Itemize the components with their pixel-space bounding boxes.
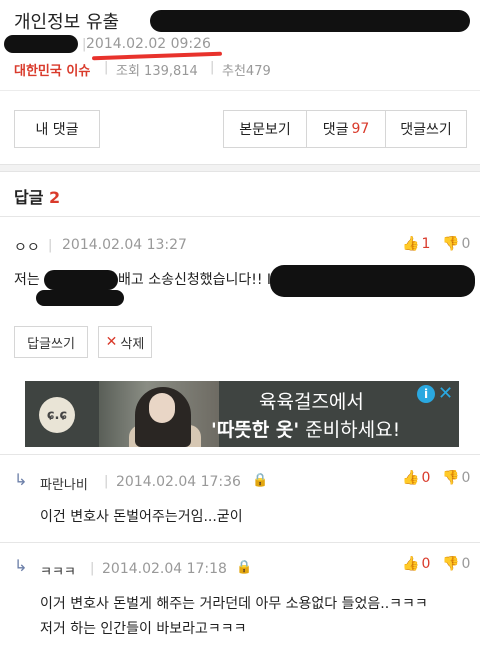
replies-label: 답글 [14, 188, 44, 207]
thumbs-down-button[interactable]: 👎 0 [442, 236, 470, 252]
post-recommends: 추천479 [222, 64, 271, 79]
meta-separator: | [210, 60, 215, 75]
reply-arrow-icon: ↳ [14, 556, 28, 575]
replies-count: 2 [49, 188, 61, 207]
reply-arrow-icon: ↳ [14, 470, 28, 489]
ad-logo: ɕ.ɕ [39, 397, 75, 433]
comment-text-mid: 배고 소송신청했습니다!! I [118, 272, 272, 288]
post-views: 조회 139,814 [116, 64, 198, 79]
thumbs-up-icon: 👍 [402, 236, 420, 252]
thumbs-down-icon: 👎 [442, 556, 460, 572]
reply-write-label: 답글쓰기 [27, 336, 75, 352]
ad-info-icon[interactable]: i [417, 385, 435, 403]
thumbs-down-icon: 👎 [442, 470, 460, 486]
ad-subline-rest: 준비하세요! [299, 419, 401, 441]
my-comment-label: 내 댓글 [35, 122, 79, 138]
section-divider [0, 164, 480, 172]
view-body-label: 본문보기 [239, 122, 291, 138]
redaction-scribble-title [150, 10, 470, 32]
meta-separator: | [90, 561, 95, 576]
thumbs-up-count: 0 [421, 556, 431, 572]
date-highlight-underline [91, 51, 223, 61]
ad-headline: 육육걸즈에서 [259, 391, 364, 413]
subreply-date: 2014.02.04 17:36 [116, 474, 241, 490]
write-comment-label: 댓글쓰기 [400, 122, 452, 138]
thumbs-down-count: 0 [461, 470, 471, 486]
meta-separator: | [104, 60, 109, 75]
post-date: 2014.02.02 09:26 [86, 36, 211, 52]
thumbs-up-count: 0 [421, 470, 431, 486]
thumbs-up-icon: 👍 [402, 470, 420, 486]
my-comment-button[interactable]: 내 댓글 [14, 110, 100, 148]
comment-text-start: 저는 [14, 272, 40, 288]
subreply-author[interactable]: 파란나비 [40, 474, 88, 493]
divider [0, 90, 480, 91]
redaction-scribble-comment-2 [270, 265, 475, 297]
comments-label: 댓글 [322, 122, 349, 138]
comment-date: 2014.02.04 13:27 [62, 237, 187, 253]
delete-button[interactable]: ✕ 삭제 [98, 326, 152, 358]
ad-subline-quote: '따뜻한 옷' [211, 419, 300, 441]
thumbs-down-button[interactable]: 👎 0 [442, 556, 470, 572]
redaction-scribble-author [4, 35, 78, 53]
delete-x-icon: ✕ [105, 334, 118, 350]
subreply-text-line-1: 이거 변호사 돈벌게 해주는 거라던데 아무 소용없다 들었음..ㅋㅋㅋ [40, 596, 428, 612]
thumbs-down-count: 0 [461, 556, 471, 572]
divider [0, 454, 480, 455]
lock-icon: 🔒 [236, 560, 253, 575]
comment-author[interactable]: ㅇㅇ [14, 237, 40, 257]
post-category[interactable]: 대한민국 이슈 [14, 60, 90, 79]
subreply-date: 2014.02.04 17:18 [102, 561, 227, 577]
subreply-text: 이건 변호사 돈벌어주는거임...굳이 [40, 509, 243, 525]
meta-separator: | [104, 474, 109, 489]
thumbs-up-button[interactable]: 👍 0 [402, 556, 430, 572]
subreply-text-line-2: 저거 하는 인간들이 바보라고ㅋㅋㅋ [40, 621, 247, 637]
thumbs-up-button[interactable]: 👍 1 [402, 236, 430, 252]
redaction-scribble-comment-1 [44, 270, 118, 290]
ad-photo-face [149, 393, 175, 423]
post-title: 개인정보 유출 [14, 12, 120, 33]
ad-banner[interactable]: ɕ.ɕ 육육걸즈에서 '따뜻한 옷' 준비하세요! i ✕ [25, 381, 459, 447]
ad-subline: '따뜻한 옷' 준비하세요! [211, 415, 400, 442]
thumbs-down-button[interactable]: 👎 0 [442, 470, 470, 486]
thumbs-up-icon: 👍 [402, 556, 420, 572]
thumbs-down-icon: 👎 [442, 236, 460, 252]
subreply-author[interactable]: ㅋㅋㅋ [40, 561, 76, 580]
thumbs-down-count: 0 [461, 236, 471, 252]
comment-count: 97 [351, 121, 370, 137]
reply-write-button[interactable]: 답글쓰기 [14, 326, 88, 358]
delete-label: 삭제 [120, 336, 145, 352]
write-comment-button[interactable]: 댓글쓰기 [385, 110, 467, 148]
divider [0, 216, 480, 217]
view-body-button[interactable]: 본문보기 [223, 110, 307, 148]
divider [0, 542, 480, 543]
replies-heading: 답글 2 [14, 184, 60, 208]
thumbs-up-button[interactable]: 👍 0 [402, 470, 430, 486]
lock-icon: 🔒 [252, 473, 269, 488]
redaction-scribble-comment-3 [36, 290, 124, 306]
comments-button[interactable]: 댓글 97 [306, 110, 386, 148]
meta-separator: | [48, 238, 53, 253]
thumbs-up-count: 1 [421, 236, 431, 252]
ad-close-icon[interactable]: ✕ [438, 383, 453, 404]
